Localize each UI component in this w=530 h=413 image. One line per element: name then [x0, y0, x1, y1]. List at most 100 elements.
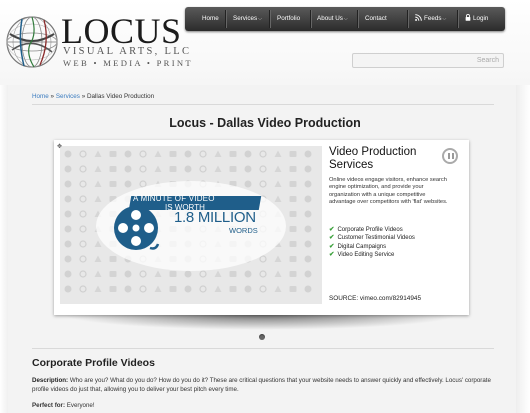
pattern-icon [229, 151, 237, 157]
pattern-icon [274, 255, 282, 262]
pattern-icon [199, 165, 207, 173]
pattern-icon [244, 180, 252, 188]
nav-item-feeds[interactable]: Feeds⌵ [415, 7, 446, 31]
slider-shadow [60, 314, 462, 330]
breadcrumb-home-link[interactable]: Home [32, 93, 49, 100]
pattern-icon [259, 255, 267, 263]
pattern-icon [64, 255, 72, 263]
pattern-icon [79, 240, 87, 248]
nav-item-login[interactable]: Login [465, 7, 488, 31]
pattern-icon [289, 151, 297, 157]
pattern-icon [184, 270, 192, 278]
pattern-icon [259, 270, 267, 278]
pattern-icon [259, 180, 267, 188]
pattern-icon [109, 166, 117, 172]
pause-bar [448, 153, 450, 159]
list-item: ✔ Digital Campaigns [329, 242, 387, 250]
pattern-icon [79, 195, 87, 203]
pattern-icon [304, 180, 312, 188]
pattern-icon [199, 270, 207, 278]
pattern-icon [139, 285, 147, 293]
pattern-icon [199, 150, 207, 158]
pattern-icon [109, 151, 117, 157]
pattern-icon [274, 180, 282, 187]
pattern-icon [244, 270, 252, 278]
divider [32, 104, 494, 105]
nav-item-services[interactable]: Services⌵ [233, 7, 262, 31]
pattern-icon [274, 150, 282, 157]
pattern-icon [289, 286, 297, 292]
perfect-for: Perfect for: Everyone! [32, 402, 95, 409]
list-item: ✔ Customer Testimonial Videos [329, 234, 415, 242]
logo-wordmark[interactable]: LOCUS [61, 13, 182, 49]
pattern-icon [199, 285, 207, 293]
pattern-icon [304, 285, 312, 293]
pattern-icon [214, 285, 222, 292]
pattern-icon [124, 270, 132, 278]
pattern-icon [274, 270, 282, 277]
nav-item-portfolio[interactable]: Portfolio [277, 7, 300, 31]
page-title: Locus - Dallas Video Production [169, 116, 361, 130]
pattern-icon [94, 180, 102, 187]
pattern-icon [94, 195, 102, 202]
nav-separator [269, 10, 270, 28]
pattern-icon [79, 150, 87, 158]
pattern-icon [139, 165, 147, 173]
pause-button[interactable] [442, 148, 458, 164]
globe-logo-icon[interactable] [4, 14, 60, 70]
pattern-icon [169, 271, 177, 277]
pattern-icon [184, 285, 192, 293]
pattern-icon [289, 271, 297, 277]
slider-drag-handle-icon[interactable]: ✥ [57, 143, 62, 150]
pattern-icon [274, 285, 282, 292]
checkmark-icon: ✔ [329, 226, 335, 233]
pattern-icon [64, 210, 72, 218]
pattern-icon [304, 240, 312, 248]
pattern-icon [139, 270, 147, 278]
divider [32, 348, 494, 349]
pattern-icon [289, 196, 297, 202]
search-input[interactable]: Search [352, 53, 504, 68]
pattern-icon [304, 255, 312, 263]
pattern-icon [154, 285, 162, 292]
pattern-icon [124, 165, 132, 173]
pattern-icon [94, 165, 102, 172]
pattern-icon [94, 150, 102, 157]
pattern-icon [289, 166, 297, 172]
lock-icon [465, 14, 471, 21]
film-reel-icon [114, 206, 160, 250]
pattern-icon [289, 226, 297, 232]
chevron-down-icon: ⌵ [258, 16, 262, 22]
pattern-icon [109, 256, 117, 262]
nav-separator [225, 10, 226, 28]
checkmark-icon: ✔ [329, 242, 335, 250]
pattern-icon [229, 166, 237, 172]
video-headline-line1: A MINUTE OF VIDEO [133, 194, 215, 203]
pattern-icon [169, 151, 177, 157]
breadcrumb-current: Dallas Video Production [86, 93, 155, 100]
description-label: Description: [32, 377, 69, 384]
pattern-icon [229, 286, 237, 292]
pattern-icon [289, 256, 297, 262]
pattern-icon [94, 270, 102, 277]
pattern-icon [184, 150, 192, 158]
pattern-icon [289, 211, 297, 217]
pattern-icon [64, 270, 72, 278]
breadcrumb-services-link[interactable]: Services [56, 93, 80, 100]
video-headline-words: WORDS [229, 226, 258, 235]
slider-pagination-dot[interactable] [259, 334, 265, 340]
nav-separator [310, 10, 311, 28]
pattern-icon [289, 241, 297, 247]
nav-item-home[interactable]: Home [202, 7, 219, 31]
nav-item-about-us[interactable]: About Us⌵ [317, 7, 348, 31]
pattern-icon [79, 255, 87, 263]
nav-item-contact[interactable]: Contact [365, 7, 387, 31]
search-button[interactable]: Search [477, 54, 499, 67]
nav-separator [357, 10, 358, 28]
pattern-icon [64, 285, 72, 293]
pattern-icon [64, 240, 72, 248]
pattern-icon [274, 165, 282, 172]
video-source-link[interactable]: SOURCE: vimeo.com/82914945 [329, 295, 421, 302]
pattern-icon [214, 150, 222, 157]
checkmark-icon: ✔ [329, 251, 335, 259]
